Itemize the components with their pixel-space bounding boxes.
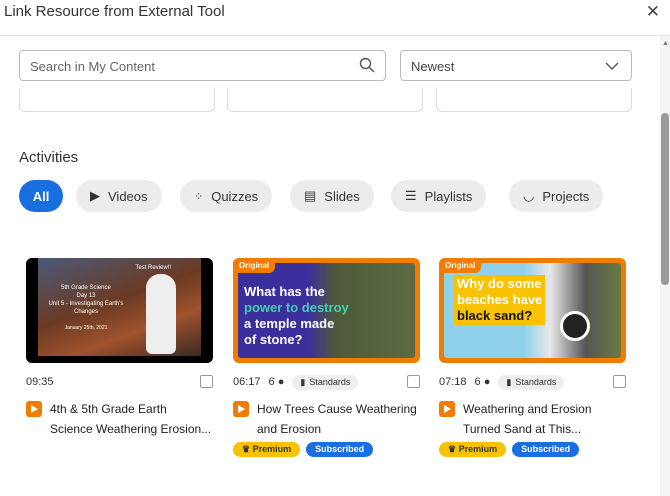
scrollbar[interactable]: ▲ bbox=[660, 36, 670, 496]
title-line: Science Weathering Erosion... bbox=[50, 422, 212, 436]
section-heading: Activities bbox=[19, 149, 79, 166]
filter-projects[interactable]: ◡ Projects bbox=[509, 180, 604, 212]
premium-badge: ♛ Premium bbox=[233, 442, 301, 457]
original-label: Original bbox=[439, 258, 482, 273]
standards-button[interactable]: ▮ Standards bbox=[292, 374, 359, 390]
play-icon: ▶ bbox=[90, 188, 100, 203]
filter-label: Quizzes bbox=[211, 188, 259, 204]
filter-videos[interactable]: ▶ Videos bbox=[76, 180, 162, 212]
drop-icon: ● bbox=[483, 376, 491, 388]
close-icon[interactable]: ✕ bbox=[646, 2, 660, 22]
video-type-icon bbox=[233, 401, 249, 417]
book-icon: ▮ bbox=[506, 376, 512, 387]
question-count: 6 bbox=[268, 376, 275, 388]
filter-label: All bbox=[32, 188, 50, 204]
window-title: Link Resource from External Tool bbox=[4, 3, 225, 20]
filter-label: Slides bbox=[324, 188, 360, 204]
sort-select[interactable]: Newest bbox=[400, 50, 632, 81]
filter-playlists[interactable]: ☰ Playlists bbox=[391, 180, 487, 212]
partial-card bbox=[436, 88, 632, 112]
premium-badge: ♛ Premium bbox=[439, 442, 507, 457]
search-icon[interactable] bbox=[359, 57, 375, 73]
card-meta: 06:17 6 ● ▮ Standards bbox=[233, 371, 420, 393]
standards-label: Standards bbox=[309, 377, 351, 387]
thumb-text: beaches have bbox=[457, 292, 543, 307]
projects-icon: ◡ bbox=[523, 188, 535, 203]
title-line: Turned Sand at This... bbox=[463, 422, 582, 436]
video-type-icon bbox=[26, 401, 42, 417]
select-checkbox[interactable] bbox=[407, 375, 420, 388]
standards-button[interactable]: ▮ Standards bbox=[498, 374, 565, 390]
thumb-text: power to destroy bbox=[244, 300, 349, 315]
card-title[interactable]: 4th & 5th Grade Earth Science Weathering … bbox=[26, 399, 213, 439]
duration: 09:35 bbox=[26, 376, 54, 388]
filter-slides[interactable]: ▤ Slides bbox=[290, 180, 374, 212]
filter-label: Playlists bbox=[424, 188, 473, 204]
thumb-text: a temple made bbox=[244, 316, 335, 331]
video-type-icon bbox=[439, 401, 455, 417]
standards-label: Standards bbox=[515, 377, 557, 387]
thumb-text: Test Review!! bbox=[135, 265, 171, 271]
thumb-text: Why do some bbox=[457, 276, 542, 291]
duration: 07:18 bbox=[439, 376, 467, 388]
activity-card[interactable]: Test Review!! 5th Grade Science Day 13 U… bbox=[26, 258, 213, 439]
select-checkbox[interactable] bbox=[200, 375, 213, 388]
video-thumbnail[interactable]: Why do some beaches have black sand? Origi… bbox=[439, 258, 626, 363]
partial-card bbox=[227, 88, 423, 112]
title-bar: Link Resource from External Tool ✕ bbox=[0, 0, 670, 36]
filter-label: Videos bbox=[108, 188, 148, 204]
title-line: 4th & 5th Grade Earth bbox=[50, 402, 167, 416]
thumb-text: black sand? bbox=[457, 308, 533, 323]
thumb-text: What has the bbox=[244, 284, 325, 299]
activity-card[interactable]: Why do some beaches have black sand? Origi… bbox=[439, 258, 626, 457]
sort-value: Newest bbox=[411, 59, 455, 74]
subscribed-badge: Subscribed bbox=[512, 442, 580, 457]
search-input[interactable]: Search in My Content bbox=[19, 50, 386, 81]
title-line: How Trees Cause Weathering bbox=[257, 402, 417, 416]
thumb-text: Day 13 bbox=[76, 293, 96, 299]
video-thumbnail[interactable]: What has the power to destroy a temple mad… bbox=[233, 258, 420, 363]
scroll-up-icon[interactable]: ▲ bbox=[662, 40, 669, 47]
book-icon: ▮ bbox=[300, 376, 306, 387]
thumb-text: 5th Grade Science bbox=[61, 285, 111, 291]
thumb-text: Unit 5 - Investigating Earth's bbox=[48, 301, 124, 307]
magnifier-image bbox=[560, 311, 590, 341]
card-meta: 07:18 6 ● ▮ Standards bbox=[439, 371, 626, 393]
title-line: Weathering and Erosion bbox=[463, 402, 592, 416]
filter-label: Projects bbox=[542, 188, 590, 204]
video-thumbnail[interactable]: Test Review!! 5th Grade Science Day 13 U… bbox=[26, 258, 213, 363]
search-placeholder: Search in My Content bbox=[30, 59, 156, 74]
filter-all[interactable]: All bbox=[19, 180, 63, 212]
original-label: Original bbox=[233, 258, 276, 273]
question-count: 6 bbox=[474, 376, 481, 388]
slides-icon: ▤ bbox=[304, 188, 317, 203]
card-title[interactable]: How Trees Cause Weathering and Erosion bbox=[233, 399, 420, 439]
thumb-text: Changes bbox=[73, 309, 99, 315]
thumb-text: January 25th, 2021 bbox=[64, 325, 108, 331]
playlist-icon: ☰ bbox=[405, 188, 417, 203]
filter-quizzes[interactable]: ⁘ Quizzes bbox=[180, 180, 273, 212]
title-line: and Erosion bbox=[257, 422, 322, 436]
drop-icon: ● bbox=[277, 376, 285, 388]
quiz-icon: ⁘ bbox=[194, 190, 204, 203]
card-title[interactable]: Weathering and Erosion Turned Sand at Thi… bbox=[439, 399, 626, 439]
thumb-text: of stone? bbox=[244, 332, 303, 347]
subscribed-badge: Subscribed bbox=[306, 442, 374, 457]
scrollbar-thumb[interactable] bbox=[661, 113, 669, 285]
select-checkbox[interactable] bbox=[613, 375, 626, 388]
duration: 06:17 bbox=[233, 376, 261, 388]
activity-card[interactable]: What has the power to destroy a temple mad… bbox=[233, 258, 420, 457]
partial-card bbox=[19, 88, 215, 112]
astronaut-image bbox=[146, 274, 176, 354]
card-meta: 09:35 bbox=[26, 371, 213, 393]
chevron-down-icon bbox=[605, 62, 619, 70]
